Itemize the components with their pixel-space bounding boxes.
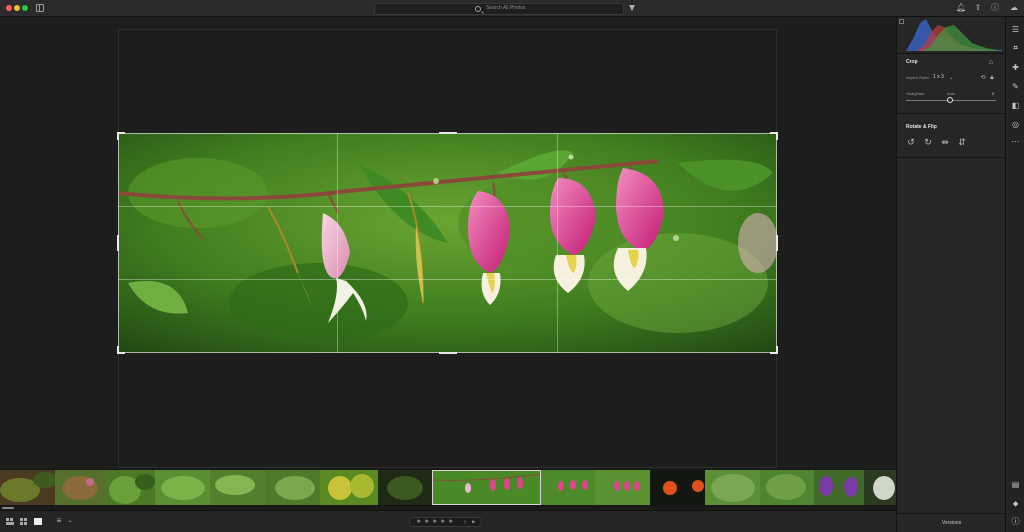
brush-icon[interactable]: ✎	[1011, 82, 1020, 91]
orientation-icon[interactable]: ⟲	[979, 74, 987, 82]
crop-section-title: Crop	[906, 59, 918, 65]
crop-grid-line	[557, 133, 558, 353]
tool-strip: ☰ ⌗ ✚ ✎ ◧ ◎ ⋯ ▤ ⬥ ⓘ	[1005, 17, 1024, 532]
search-input[interactable]: Search All Photos	[374, 3, 624, 15]
photo-grid-icon[interactable]	[6, 518, 14, 525]
rotate-left-icon[interactable]: ↺	[906, 137, 916, 147]
cloud-icon[interactable]: ☁	[1008, 4, 1020, 12]
panel-divider	[897, 53, 1006, 54]
lock-icon[interactable]: 🔒︎	[988, 74, 996, 82]
star-4[interactable]: ★	[440, 518, 445, 527]
crop-handle-bottom-left[interactable]	[117, 346, 119, 354]
crop-grid-line	[118, 206, 777, 207]
share-icon[interactable]: ⇪	[974, 4, 982, 12]
histogram	[906, 19, 1002, 51]
panel-divider	[897, 157, 1006, 158]
aspect-ratio-value[interactable]: 1 x 3	[933, 74, 944, 80]
thumbnail[interactable]	[105, 470, 155, 505]
thumbnail[interactable]	[378, 470, 432, 505]
scrollbar-thumb[interactable]	[2, 507, 14, 509]
crop-handle-right[interactable]	[776, 235, 778, 251]
lightroom-window: Search All Photos 🔔︎ ⇪ ⓘ ☁ Crop ⌂ Aspect…	[0, 0, 1024, 532]
thumbnail[interactable]	[814, 470, 864, 505]
search-placeholder: Search All Photos	[486, 5, 526, 11]
minimize-window-button[interactable]	[14, 5, 20, 11]
straighten-label: Straighten	[906, 91, 925, 96]
bottom-toolbar: ≡ ⌄ ★ ★ ★ ★ ★ ⚐ ⚑	[0, 510, 896, 532]
filmstrip	[0, 469, 896, 506]
crop-panel: Crop ⌂ Aspect Ratio 1 x 3 ⌄ ⟲ 🔒︎ Straigh…	[896, 17, 1006, 532]
crop-handle-top[interactable]	[439, 132, 457, 134]
rotate-right-icon[interactable]: ↻	[923, 137, 933, 147]
detail-view-icon[interactable]	[34, 518, 42, 525]
crop-grid-line	[118, 279, 777, 280]
search-icon	[475, 6, 481, 12]
thumbnail[interactable]	[650, 470, 705, 505]
crop-handle-bottom-right[interactable]	[776, 346, 778, 354]
title-bar: Search All Photos 🔔︎ ⇪ ⓘ ☁	[0, 0, 1024, 17]
flip-vertical-icon[interactable]: ⇵	[957, 137, 967, 147]
crop-handle-left[interactable]	[117, 235, 119, 251]
comment-icon[interactable]: ▤	[1011, 480, 1020, 489]
rating-and-flag-control: ★ ★ ★ ★ ★ ⚐ ⚑	[409, 517, 482, 527]
thumbnail[interactable]	[320, 470, 378, 505]
help-icon[interactable]: ⓘ	[991, 4, 999, 12]
thumbnail[interactable]	[265, 470, 320, 505]
square-grid-icon[interactable]	[20, 518, 28, 525]
tag-icon[interactable]: ⬥	[1011, 499, 1020, 508]
crop-grid-line	[337, 133, 338, 353]
star-2[interactable]: ★	[424, 518, 429, 527]
sidebar-toggle-icon[interactable]	[36, 4, 44, 12]
thumbnail[interactable]	[0, 470, 55, 505]
thumbnail[interactable]	[541, 470, 595, 505]
thumbnail[interactable]	[760, 470, 814, 505]
sort-icon[interactable]: ≡	[55, 517, 63, 525]
reject-flag-icon[interactable]: ⚑	[471, 519, 475, 527]
flip-horizontal-icon[interactable]: ⇹	[940, 137, 950, 147]
radial-icon[interactable]: ◎	[1011, 120, 1020, 129]
thumbnail[interactable]	[155, 470, 210, 505]
more-icon[interactable]: ⋯	[1011, 137, 1020, 146]
straighten-auto-button[interactable]: Auto	[947, 91, 955, 96]
bleeding-heart-photo	[118, 133, 777, 353]
versions-button[interactable]: Versions	[897, 513, 1006, 532]
healing-icon[interactable]: ✚	[1011, 63, 1020, 72]
thumbnail-selected[interactable]	[432, 470, 541, 505]
aspect-ratio-label: Aspect Ratio	[906, 75, 929, 80]
crop-handle-top-right[interactable]	[776, 132, 778, 140]
photo-image[interactable]	[118, 133, 777, 353]
close-window-button[interactable]	[6, 5, 12, 11]
bell-icon[interactable]: 🔔︎	[956, 4, 966, 12]
histogram-toggle-icon[interactable]	[899, 19, 904, 24]
star-1[interactable]: ★	[416, 518, 421, 527]
thumbnail[interactable]	[705, 470, 760, 505]
maximize-window-button[interactable]	[22, 5, 28, 11]
reset-crop-icon[interactable]: ⌂	[987, 59, 995, 67]
rotate-flip-title: Rotate & Flip	[906, 124, 937, 130]
info-icon[interactable]: ⓘ	[1011, 517, 1020, 526]
filter-icon[interactable]	[629, 5, 635, 11]
thumbnail[interactable]	[595, 470, 650, 505]
thumbnail[interactable]	[210, 470, 265, 505]
straighten-value[interactable]: 0	[992, 91, 994, 96]
pick-flag-icon[interactable]: ⚐	[463, 519, 467, 527]
thumbnail[interactable]	[55, 470, 105, 505]
crop-icon[interactable]: ⌗	[1011, 43, 1020, 52]
thumbnail[interactable]	[864, 470, 896, 505]
star-3[interactable]: ★	[432, 518, 437, 527]
crop-handle-top-left[interactable]	[117, 132, 119, 140]
crop-handle-bottom[interactable]	[439, 352, 457, 354]
straighten-slider-thumb[interactable]	[947, 97, 953, 103]
edit-sliders-icon[interactable]: ☰	[1011, 25, 1020, 34]
gradient-icon[interactable]: ◧	[1011, 101, 1020, 110]
panel-divider	[897, 113, 1006, 114]
star-5[interactable]: ★	[448, 518, 453, 527]
chevron-down-icon[interactable]: ⌄	[66, 517, 74, 525]
chevron-down-icon[interactable]: ⌄	[947, 74, 955, 82]
